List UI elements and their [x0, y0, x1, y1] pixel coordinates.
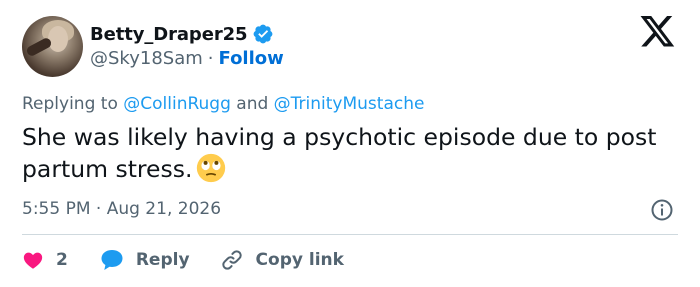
reply-context: Replying to @CollinRugg and @TrinityMust…	[22, 94, 424, 114]
x-logo-icon[interactable]	[640, 16, 676, 48]
info-icon[interactable]	[650, 198, 674, 222]
speech-bubble-icon	[101, 250, 123, 270]
mention-link[interactable]: @TrinityMustache	[274, 94, 425, 114]
reply-label: Reply	[135, 250, 190, 270]
mention-link[interactable]: @CollinRugg	[123, 94, 231, 114]
heart-icon	[23, 252, 43, 269]
handle[interactable]: @Sky18Sam	[90, 48, 203, 69]
copy-link-label: Copy link	[255, 250, 344, 270]
rolling-eyes-emoji-icon	[197, 153, 226, 183]
author-name-row: Betty_Draper25	[90, 22, 274, 46]
handle-row: @Sky18Sam · Follow	[90, 48, 284, 69]
separator: ·	[207, 48, 214, 69]
reply-prefix: Replying to	[22, 94, 118, 114]
action-bar: 2 Reply Copy link	[22, 246, 344, 274]
copy-link-button[interactable]: Copy link	[220, 248, 344, 272]
like-button[interactable]: 2	[22, 249, 68, 271]
link-icon	[221, 250, 242, 270]
tweet-body: She was likely having a psychotic episod…	[22, 123, 657, 183]
display-name[interactable]: Betty_Draper25	[90, 24, 248, 45]
like-count: 2	[56, 250, 68, 270]
reply-conjunction: and	[236, 94, 269, 114]
reply-button[interactable]: Reply	[100, 249, 190, 271]
divider	[22, 234, 678, 235]
follow-button[interactable]: Follow	[219, 48, 284, 69]
tweet-text: She was likely having a psychotic episod…	[22, 122, 672, 185]
timestamp[interactable]: 5:55 PM · Aug 21, 2026	[22, 199, 221, 219]
avatar[interactable]	[22, 16, 83, 77]
verified-badge-icon	[254, 24, 273, 44]
